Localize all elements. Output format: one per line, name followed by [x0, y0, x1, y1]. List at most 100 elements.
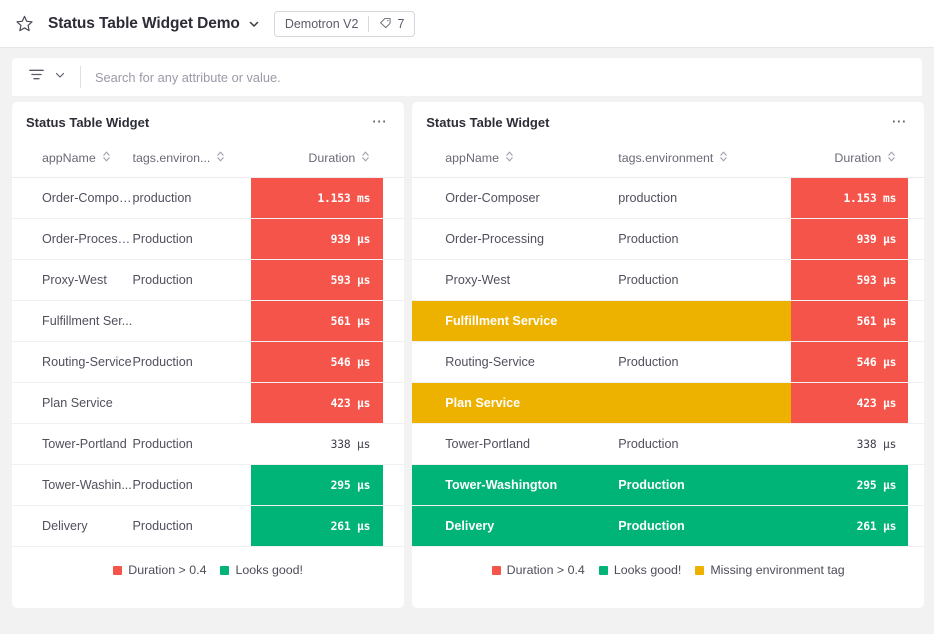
- duration-value: 561 µs: [791, 301, 909, 341]
- cell-appname: Delivery: [412, 505, 619, 547]
- column-header-appname[interactable]: appName: [12, 150, 133, 178]
- cell-environment: Production: [132, 341, 251, 383]
- table-row[interactable]: Delivery Production 261 µs: [12, 505, 405, 547]
- table-row[interactable]: Order-Composer production 1.153 ms: [12, 177, 405, 219]
- column-header-environment[interactable]: tags.environ...: [132, 150, 251, 178]
- table-row[interactable]: Order-Composer production 1.153 ms: [412, 177, 924, 219]
- table-row[interactable]: Proxy-West Production 593 µs: [12, 259, 405, 301]
- cell-environment: [132, 300, 251, 342]
- top-bar: Status Table Widget Demo Demotron V2 7: [0, 0, 934, 48]
- cell-appname: Routing-Service: [12, 341, 133, 383]
- table-body: Order-Composer production 1.153 ms Order-Pr…: [412, 177, 924, 547]
- cell-environment: Production: [132, 464, 251, 506]
- status-table-panel-right: Status Table Widget ⋯ appName tags.envir…: [412, 102, 924, 608]
- column-label: appName: [42, 151, 96, 165]
- cell-duration: 561 µs: [791, 300, 924, 342]
- legend-label: Missing environment tag: [710, 563, 845, 577]
- legend-swatch: [598, 565, 608, 575]
- legend-label: Looks good!: [235, 563, 303, 577]
- cell-appname: Order-Composer: [412, 177, 619, 219]
- duration-value: 593 µs: [250, 260, 384, 300]
- tag-count: 7: [397, 16, 405, 31]
- environment-name: Demotron V2: [284, 16, 359, 31]
- table-row[interactable]: Delivery Production 261 µs: [412, 505, 924, 547]
- cell-environment: production: [618, 177, 792, 219]
- duration-value: 939 µs: [791, 219, 909, 259]
- column-header-duration[interactable]: Duration: [250, 150, 405, 178]
- cell-environment: [618, 300, 792, 342]
- table-row[interactable]: Fulfillment Ser... 561 µs: [12, 300, 405, 342]
- table-row[interactable]: Plan Service 423 µs: [12, 382, 405, 424]
- column-header-appname[interactable]: appName: [412, 150, 619, 178]
- table-row[interactable]: Tower-Washin... Production 295 µs: [12, 464, 405, 506]
- cell-duration: 1.153 ms: [250, 177, 405, 219]
- table-row[interactable]: Order-Processi... Production 939 µs: [12, 218, 405, 260]
- sort-icon: [216, 150, 225, 166]
- cell-appname: Proxy-West: [412, 259, 619, 301]
- sort-icon: [505, 150, 514, 166]
- duration-value: 939 µs: [250, 219, 384, 259]
- table-row[interactable]: Tower-Washington Production 295 µs: [412, 464, 924, 506]
- panel-title: Status Table Widget: [26, 115, 150, 130]
- duration-value: 1.153 ms: [250, 178, 384, 218]
- cell-appname: Tower-Washington: [412, 464, 619, 506]
- status-table: appName tags.environment Duration Order-…: [412, 150, 924, 547]
- favorite-star-icon[interactable]: [12, 12, 36, 36]
- cell-appname: Proxy-West: [12, 259, 133, 301]
- duration-value: 423 µs: [791, 383, 909, 423]
- table-row[interactable]: Routing-Service Production 546 µs: [412, 341, 924, 383]
- cell-appname: Order-Processing: [412, 218, 619, 260]
- duration-value: 423 µs: [250, 383, 384, 423]
- cell-duration: 939 µs: [791, 218, 924, 260]
- table-row[interactable]: Tower-Portland Production 338 µs: [12, 423, 405, 465]
- table-row[interactable]: Fulfillment Service 561 µs: [412, 300, 924, 342]
- cell-duration: 423 µs: [791, 382, 924, 424]
- column-label: Duration: [834, 151, 882, 165]
- filter-icon: [28, 67, 45, 87]
- cell-duration: 295 µs: [791, 464, 924, 506]
- column-header-environment[interactable]: tags.environment: [618, 150, 792, 178]
- chevron-down-icon: [54, 68, 66, 86]
- cell-duration: 261 µs: [250, 505, 405, 547]
- cell-appname: Tower-Washin...: [12, 464, 133, 506]
- tag-count-group: 7: [369, 16, 414, 32]
- cell-duration: 546 µs: [250, 341, 405, 383]
- duration-value: 561 µs: [250, 301, 384, 341]
- legend-label: Duration > 0.4: [128, 563, 207, 577]
- cell-environment: Production: [132, 259, 251, 301]
- cell-appname: Fulfillment Ser...: [12, 300, 133, 342]
- cell-appname: Plan Service: [12, 382, 133, 424]
- cell-environment: [618, 382, 792, 424]
- panel-header: Status Table Widget ⋯: [412, 102, 924, 133]
- table-row[interactable]: Tower-Portland Production 338 µs: [412, 423, 924, 465]
- more-horizontal-icon[interactable]: ⋯: [885, 114, 910, 133]
- duration-value: 261 µs: [791, 506, 909, 546]
- cell-duration: 546 µs: [791, 341, 924, 383]
- search-input[interactable]: [81, 69, 922, 85]
- table-row[interactable]: Order-Processing Production 939 µs: [412, 218, 924, 260]
- cell-environment: Production: [618, 423, 792, 465]
- table-row[interactable]: Plan Service 423 µs: [412, 382, 924, 424]
- filter-button[interactable]: [12, 67, 80, 87]
- chevron-down-icon[interactable]: [248, 18, 260, 30]
- table-row[interactable]: Routing-Service Production 546 µs: [12, 341, 405, 383]
- cell-appname: Tower-Portland: [12, 423, 133, 465]
- legend-swatch: [491, 565, 501, 575]
- column-header-duration[interactable]: Duration: [791, 150, 924, 178]
- legend: Duration > 0.4 Looks good!: [12, 563, 404, 577]
- legend-item: Looks good!: [220, 563, 303, 577]
- duration-value: 546 µs: [791, 342, 909, 382]
- environment-chip[interactable]: Demotron V2 7: [273, 10, 416, 37]
- legend-item: Duration > 0.4: [113, 563, 206, 577]
- table-header-row: appName tags.environ... Duration: [12, 150, 405, 178]
- cell-environment: Production: [618, 218, 792, 260]
- column-label: appName: [445, 151, 499, 165]
- cell-duration: 561 µs: [250, 300, 405, 342]
- column-label: tags.environment: [618, 151, 714, 165]
- cell-duration: 1.153 ms: [791, 177, 924, 219]
- legend-swatch: [695, 565, 705, 575]
- table-row[interactable]: Proxy-West Production 593 µs: [412, 259, 924, 301]
- cell-duration: 338 µs: [791, 423, 924, 465]
- more-horizontal-icon[interactable]: ⋯: [366, 114, 391, 133]
- cell-appname: Fulfillment Service: [412, 300, 619, 342]
